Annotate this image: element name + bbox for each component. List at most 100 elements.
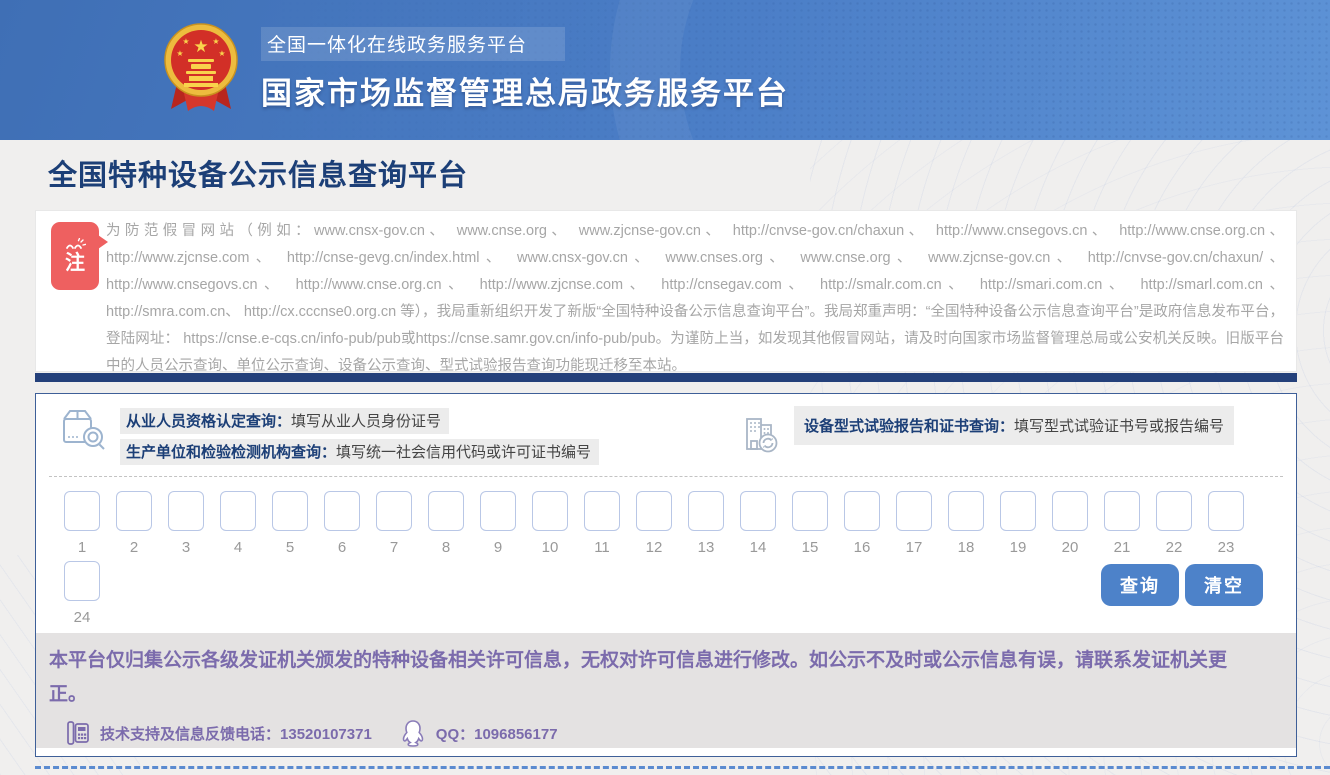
notice-badge-icon: 注 — [51, 222, 99, 290]
code-box-cell: 10 — [532, 491, 568, 557]
code-char-box-3[interactable] — [168, 491, 204, 531]
support-phone-label: 技术支持及信息反馈电话： — [100, 726, 280, 743]
code-boxes: 123456789101112131415161718192021222324 — [64, 491, 1256, 627]
code-char-box-22[interactable] — [1156, 491, 1192, 531]
code-char-box-18[interactable] — [948, 491, 984, 531]
equipment-query-label: 设备型式试验报告和证书查询： — [804, 418, 1014, 435]
code-box-number: 18 — [948, 539, 984, 557]
code-char-box-6[interactable] — [324, 491, 360, 531]
code-box-number: 19 — [1000, 539, 1036, 557]
code-box-cell: 11 — [584, 491, 620, 557]
code-char-box-20[interactable] — [1052, 491, 1088, 531]
package-search-icon — [60, 406, 108, 459]
personnel-query-hint: 填写从业人员身份证号 — [291, 413, 441, 430]
code-box-number: 7 — [376, 539, 412, 557]
navy-divider-bar — [35, 373, 1297, 382]
clear-button[interactable]: 清空 — [1185, 564, 1263, 606]
qq-penguin-icon — [400, 719, 426, 747]
personnel-query-label: 从业人员资格认定查询： — [126, 413, 291, 430]
code-char-box-1[interactable] — [64, 491, 100, 531]
code-box-number: 5 — [272, 539, 308, 557]
code-char-box-17[interactable] — [896, 491, 932, 531]
support-phone-number: 13520107371 — [280, 726, 372, 743]
svg-text:★: ★ — [176, 49, 183, 58]
code-box-number: 6 — [324, 539, 360, 557]
code-box-number: 10 — [532, 539, 568, 557]
code-box-number: 23 — [1208, 539, 1244, 557]
code-box-cell: 16 — [844, 491, 880, 557]
anti-fraud-notice-text: 为防范假冒网站（例如：www.cnsx-gov.cn、 www.cnse.org… — [106, 218, 1284, 380]
code-box-number: 17 — [896, 539, 932, 557]
code-box-cell: 21 — [1104, 491, 1140, 557]
code-box-number: 9 — [480, 539, 516, 557]
code-box-cell: 19 — [1000, 491, 1036, 557]
code-char-box-2[interactable] — [116, 491, 152, 531]
code-char-box-16[interactable] — [844, 491, 880, 531]
qq-contact-text: QQ：1096856177 — [436, 723, 558, 744]
code-char-box-10[interactable] — [532, 491, 568, 531]
code-box-number: 15 — [792, 539, 828, 557]
anti-fraud-notice-card: 注 为防范假冒网站（例如：www.cnsx-gov.cn、 www.cnse.o… — [35, 210, 1297, 372]
code-box-number: 14 — [740, 539, 776, 557]
code-box-cell: 24 — [64, 561, 100, 627]
qq-number: 1096856177 — [474, 726, 557, 743]
page-title: 全国特种设备公示信息查询平台 — [48, 152, 468, 194]
code-box-number: 21 — [1104, 539, 1140, 557]
unit-query-hint: 填写统一社会信用代码或许可证书编号 — [336, 444, 591, 461]
code-box-cell: 8 — [428, 491, 464, 557]
code-box-cell: 13 — [688, 491, 724, 557]
site-header: ★ ★ ★ ★ ★ 全国一体化在线政务服务平台 国家市场监督管理总局政务服务平台 — [0, 0, 1330, 140]
code-char-box-7[interactable] — [376, 491, 412, 531]
code-box-number: 12 — [636, 539, 672, 557]
panel-footer: 本平台仅归集公示各级发证机关颁发的特种设备相关许可信息，无权对许可信息进行修改。… — [36, 633, 1296, 748]
notice-badge-text: 注 — [65, 252, 85, 274]
code-char-box-5[interactable] — [272, 491, 308, 531]
query-panel: 从业人员资格认定查询：填写从业人员身份证号 生产单位和检验检测机构查询：填写统一… — [35, 393, 1297, 757]
code-box-cell: 18 — [948, 491, 984, 557]
code-box-cell: 2 — [116, 491, 152, 557]
code-box-number: 22 — [1156, 539, 1192, 557]
qq-label: QQ： — [436, 726, 474, 743]
code-char-box-14[interactable] — [740, 491, 776, 531]
code-char-box-23[interactable] — [1208, 491, 1244, 531]
search-button[interactable]: 查询 — [1101, 564, 1179, 606]
code-box-number: 1 — [64, 539, 100, 557]
code-box-cell: 22 — [1156, 491, 1192, 557]
code-char-box-12[interactable] — [636, 491, 672, 531]
support-phone-text: 技术支持及信息反馈电话：13520107371 — [100, 723, 372, 744]
code-char-box-19[interactable] — [1000, 491, 1036, 531]
code-box-cell: 5 — [272, 491, 308, 557]
code-char-box-9[interactable] — [480, 491, 516, 531]
fax-phone-icon — [66, 720, 90, 746]
code-box-cell: 7 — [376, 491, 412, 557]
code-box-cell: 6 — [324, 491, 360, 557]
code-char-box-8[interactable] — [428, 491, 464, 531]
code-box-cell: 17 — [896, 491, 932, 557]
code-box-number: 11 — [584, 539, 620, 557]
code-char-box-15[interactable] — [792, 491, 828, 531]
query-type-personnel: 从业人员资格认定查询：填写从业人员身份证号 — [120, 408, 449, 434]
code-box-cell: 20 — [1052, 491, 1088, 557]
gov-platform-subtitle: 全国一体化在线政务服务平台 — [261, 27, 565, 61]
code-box-cell: 3 — [168, 491, 204, 557]
code-char-box-24[interactable] — [64, 561, 100, 601]
code-box-number: 20 — [1052, 539, 1088, 557]
code-box-cell: 9 — [480, 491, 516, 557]
code-char-box-21[interactable] — [1104, 491, 1140, 531]
code-box-cell: 15 — [792, 491, 828, 557]
code-char-box-4[interactable] — [220, 491, 256, 531]
code-char-box-13[interactable] — [688, 491, 724, 531]
svg-text:★: ★ — [182, 37, 189, 46]
code-box-number: 8 — [428, 539, 464, 557]
svg-text:★: ★ — [193, 37, 208, 56]
disclaimer-text: 本平台仅归集公示各级发证机关颁发的特种设备相关许可信息，无权对许可信息进行修改。… — [36, 633, 1296, 712]
query-type-equipment: 设备型式试验报告和证书查询：填写型式试验证书号或报告编号 — [794, 406, 1234, 445]
code-char-box-11[interactable] — [584, 491, 620, 531]
code-box-cell: 4 — [220, 491, 256, 557]
code-box-cell: 14 — [740, 491, 776, 557]
code-box-number: 2 — [116, 539, 152, 557]
bottom-dashed-line — [35, 766, 1330, 769]
svg-text:★: ★ — [212, 37, 219, 46]
query-type-unit: 生产单位和检验检测机构查询：填写统一社会信用代码或许可证书编号 — [120, 439, 599, 465]
equipment-query-hint: 填写型式试验证书号或报告编号 — [1014, 418, 1224, 435]
